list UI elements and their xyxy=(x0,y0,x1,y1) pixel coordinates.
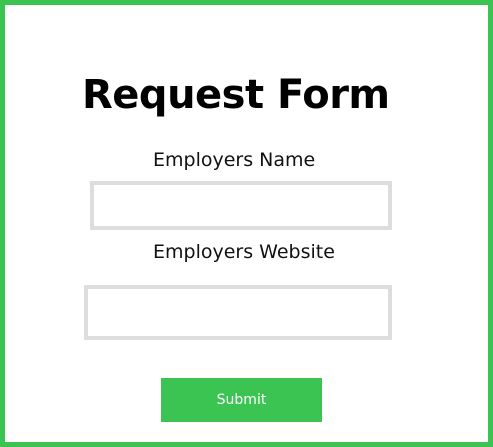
employers-website-field[interactable] xyxy=(84,285,392,340)
submit-button[interactable]: Submit xyxy=(161,378,322,422)
request-form-frame: Request Form Employers Name Employers We… xyxy=(0,0,493,447)
employers-website-label: Employers Website xyxy=(153,241,335,263)
employers-name-label: Employers Name xyxy=(153,149,316,171)
employers-name-field[interactable] xyxy=(90,181,392,230)
page-title: Request Form xyxy=(82,72,390,118)
